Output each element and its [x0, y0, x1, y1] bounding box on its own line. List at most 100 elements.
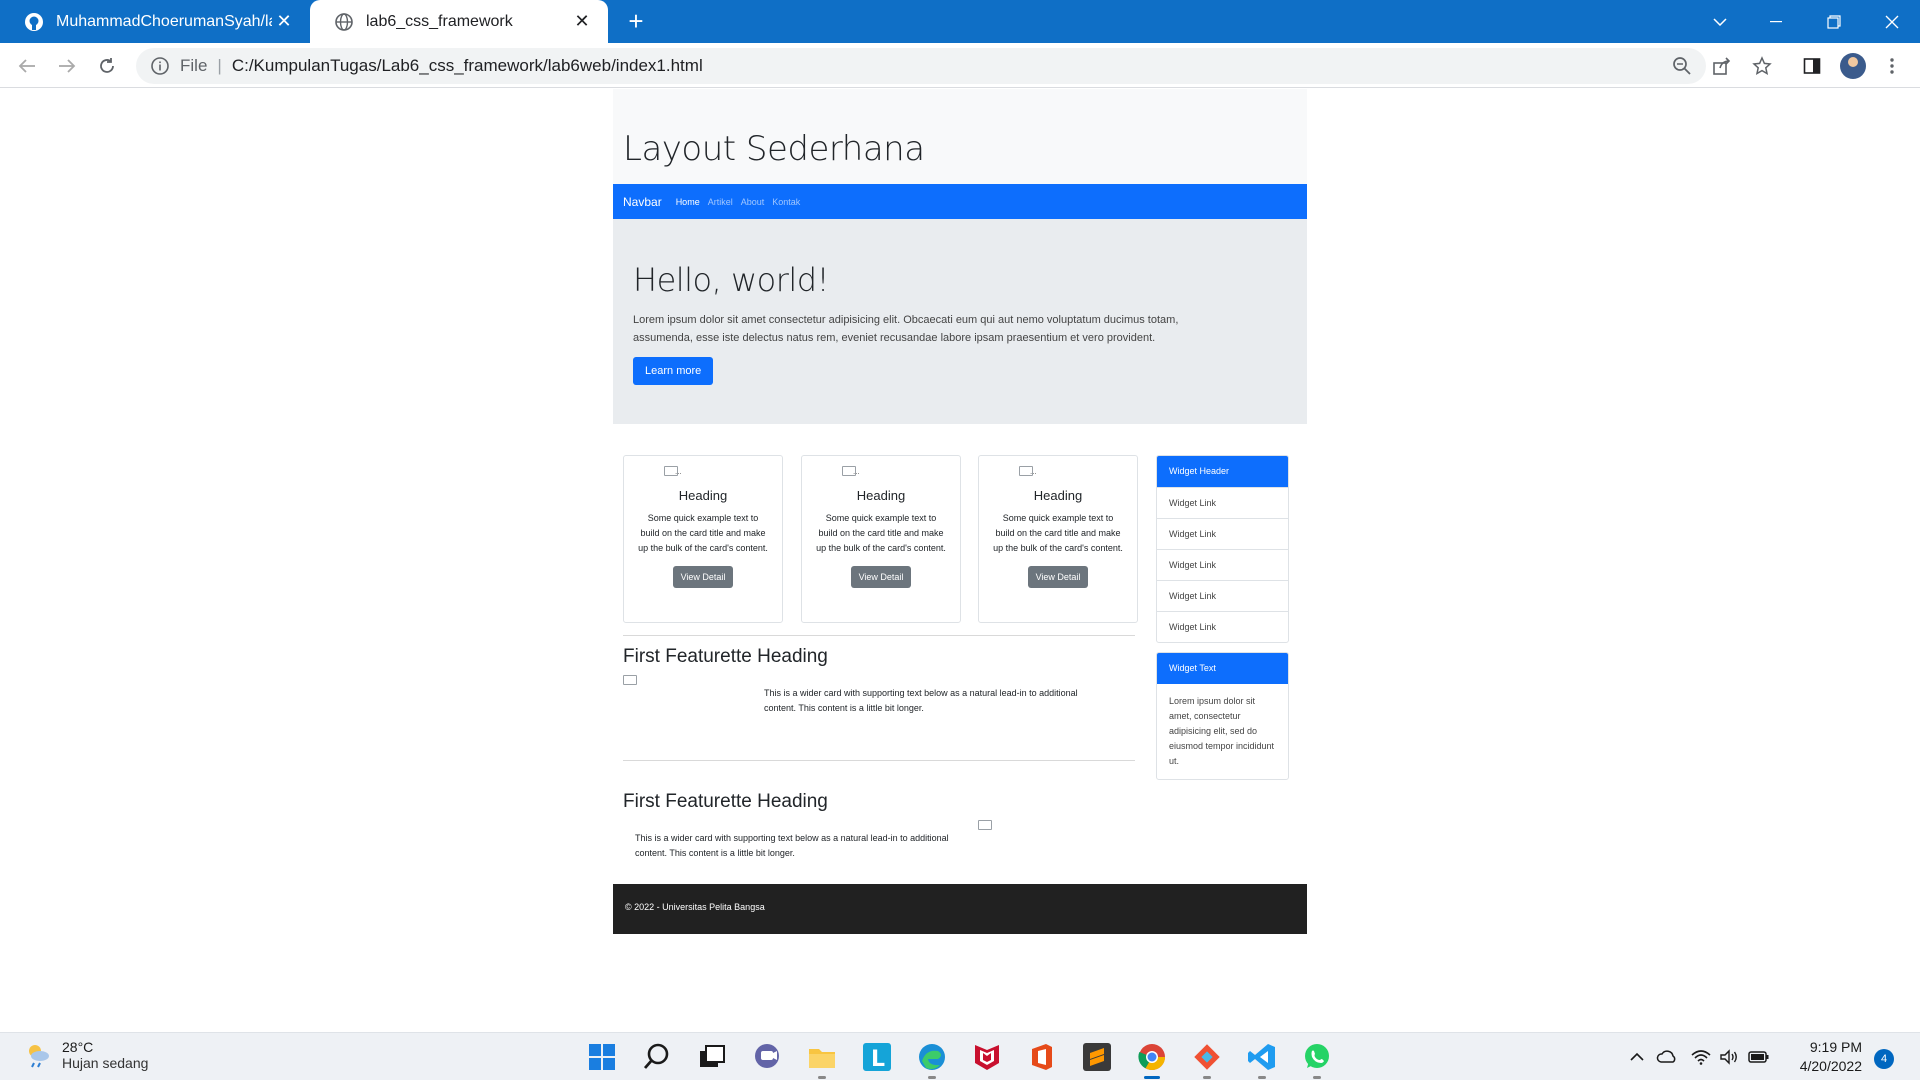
- navbar-brand[interactable]: Navbar: [623, 195, 662, 209]
- broken-image-icon: [664, 466, 682, 476]
- sublime-text-icon[interactable]: [1081, 1041, 1113, 1073]
- restore-icon[interactable]: [1806, 0, 1862, 43]
- tab-title: lab6_css_framework: [366, 12, 513, 30]
- back-icon[interactable]: [10, 49, 44, 83]
- address-separator: |: [217, 56, 222, 75]
- mcafee-icon[interactable]: [971, 1041, 1003, 1073]
- whatsapp-icon[interactable]: [1301, 1041, 1333, 1079]
- card: Heading Some quick example text to build…: [623, 455, 783, 623]
- l-app-icon[interactable]: L: [861, 1041, 893, 1073]
- volume-icon[interactable]: [1718, 1047, 1740, 1067]
- tab-search-icon[interactable]: [1692, 0, 1748, 43]
- forward-icon[interactable]: [50, 49, 84, 83]
- vscode-icon[interactable]: [1246, 1041, 1278, 1079]
- minimize-icon[interactable]: [1748, 0, 1804, 43]
- card: Heading Some quick example text to build…: [978, 455, 1138, 623]
- hero-title: Hello, world!: [633, 261, 829, 299]
- broken-image-icon: [842, 466, 860, 476]
- zoom-icon[interactable]: [1670, 54, 1694, 78]
- widget-link[interactable]: Widget Link: [1157, 518, 1288, 549]
- broken-image-icon: [623, 675, 637, 685]
- address-scheme: File: [180, 56, 208, 75]
- widget-link[interactable]: Widget Link: [1157, 611, 1288, 642]
- windows-start-icon[interactable]: [586, 1041, 618, 1073]
- address-url: C:/KumpulanTugas/Lab6_css_framework/lab6…: [231, 56, 703, 75]
- widget-link[interactable]: Widget Link: [1157, 487, 1288, 518]
- navbar: Navbar Home Artikel About Kontak: [613, 184, 1307, 219]
- profile-avatar[interactable]: [1840, 53, 1866, 79]
- widget-links: Widget Header Widget Link Widget Link Wi…: [1156, 455, 1289, 643]
- divider: [623, 760, 1135, 761]
- card-text: Some quick example text to build on the …: [993, 513, 1123, 553]
- tab-lab6[interactable]: lab6_css_framework ✕: [310, 0, 608, 43]
- widget-link[interactable]: Widget Link: [1157, 580, 1288, 611]
- github-icon: [25, 12, 43, 31]
- widget-text-header: Widget Text: [1157, 653, 1288, 684]
- bookmark-star-icon[interactable]: [1750, 54, 1774, 78]
- card-heading: Heading: [678, 488, 728, 503]
- hero-section: Hello, world! Lorem ipsum dolor sit amet…: [613, 219, 1307, 424]
- chrome-icon[interactable]: [1136, 1041, 1168, 1079]
- system-clock[interactable]: 9:19 PM 4/20/2022: [1788, 1038, 1862, 1076]
- wifi-icon[interactable]: [1690, 1047, 1712, 1067]
- reload-icon[interactable]: [90, 49, 124, 83]
- browser-toolbar: File | C:/KumpulanTugas/Lab6_css_framewo…: [0, 43, 1920, 88]
- taskbar: 28°C Hujan sedang L 9:19 PM 4/20/2022 4: [0, 1032, 1920, 1080]
- nav-link-kontak[interactable]: Kontak: [772, 197, 800, 207]
- weather-widget[interactable]: 28°C Hujan sedang: [24, 1039, 148, 1071]
- hero-text: Lorem ipsum dolor sit amet consectetur a…: [633, 314, 1179, 344]
- broken-image-icon: [1019, 466, 1037, 476]
- card-text: Some quick example text to build on the …: [816, 513, 946, 553]
- svg-text:L: L: [871, 1047, 885, 1072]
- widget-header: Widget Header: [1157, 456, 1288, 487]
- view-detail-button[interactable]: View Detail: [850, 566, 912, 588]
- file-explorer-icon[interactable]: [806, 1041, 838, 1079]
- globe-icon: [335, 12, 353, 31]
- featurette-text: This is a wider card with supporting tex…: [764, 688, 1078, 713]
- nav-link-about[interactable]: About: [741, 197, 765, 207]
- clock-date: 4/20/2022: [1799, 1058, 1862, 1074]
- close-icon[interactable]: ✕: [570, 10, 594, 34]
- search-icon[interactable]: [641, 1041, 673, 1073]
- view-detail-button[interactable]: View Detail: [672, 566, 734, 588]
- widget-link[interactable]: Widget Link: [1157, 549, 1288, 580]
- site-header: Layout Sederhana: [613, 89, 1307, 184]
- card: Heading Some quick example text to build…: [801, 455, 961, 623]
- new-tab-button[interactable]: +: [622, 8, 650, 36]
- git-app-icon[interactable]: [1191, 1041, 1223, 1079]
- notification-badge[interactable]: 4: [1874, 1049, 1894, 1069]
- close-icon[interactable]: ✕: [272, 10, 296, 34]
- weather-temp: 28°C: [62, 1039, 94, 1055]
- onedrive-cloud-icon[interactable]: [1656, 1047, 1678, 1067]
- nav-link-artikel[interactable]: Artikel: [708, 197, 733, 207]
- widget-text-body: Lorem ipsum dolor sit amet, consectetur …: [1169, 696, 1275, 766]
- site-title: Layout Sederhana: [623, 129, 925, 169]
- card-text: Some quick example text to build on the …: [638, 513, 768, 553]
- page-container: Layout Sederhana Navbar Home Artikel Abo…: [613, 89, 1307, 934]
- clock-time: 9:19 PM: [1809, 1039, 1862, 1055]
- site-footer: © 2022 - Universitas Pelita Bangsa: [613, 884, 1307, 934]
- rain-cloud-icon: [29, 1045, 49, 1068]
- teams-chat-icon[interactable]: [751, 1041, 783, 1073]
- edge-icon[interactable]: [916, 1041, 948, 1079]
- footer-text: © 2022 - Universitas Pelita Bangsa: [625, 902, 765, 912]
- chevron-up-icon[interactable]: [1626, 1047, 1648, 1067]
- menu-kebab-icon[interactable]: [1880, 54, 1904, 78]
- featurette-heading: First Featurette Heading: [623, 646, 828, 667]
- browser-tab-strip: MuhammadChoerumanSyah/lab ✕ lab6_css_fra…: [0, 0, 1920, 43]
- info-icon[interactable]: [150, 56, 170, 76]
- tab-github[interactable]: MuhammadChoerumanSyah/lab ✕: [0, 0, 310, 43]
- share-icon[interactable]: [1710, 54, 1734, 78]
- close-window-icon[interactable]: [1864, 0, 1920, 43]
- task-view-icon[interactable]: [696, 1041, 728, 1073]
- office-icon[interactable]: [1026, 1041, 1058, 1073]
- featurette-heading: First Featurette Heading: [623, 791, 828, 812]
- widget-text: Widget Text Lorem ipsum dolor sit amet, …: [1156, 652, 1289, 780]
- view-detail-button[interactable]: View Detail: [1027, 566, 1089, 588]
- nav-link-home[interactable]: Home: [676, 197, 700, 207]
- side-panel-icon[interactable]: [1800, 54, 1824, 78]
- address-bar[interactable]: File | C:/KumpulanTugas/Lab6_css_framewo…: [136, 48, 1706, 84]
- battery-icon[interactable]: [1748, 1047, 1770, 1067]
- learn-more-button[interactable]: Learn more: [633, 357, 714, 385]
- broken-image-icon: [978, 820, 992, 830]
